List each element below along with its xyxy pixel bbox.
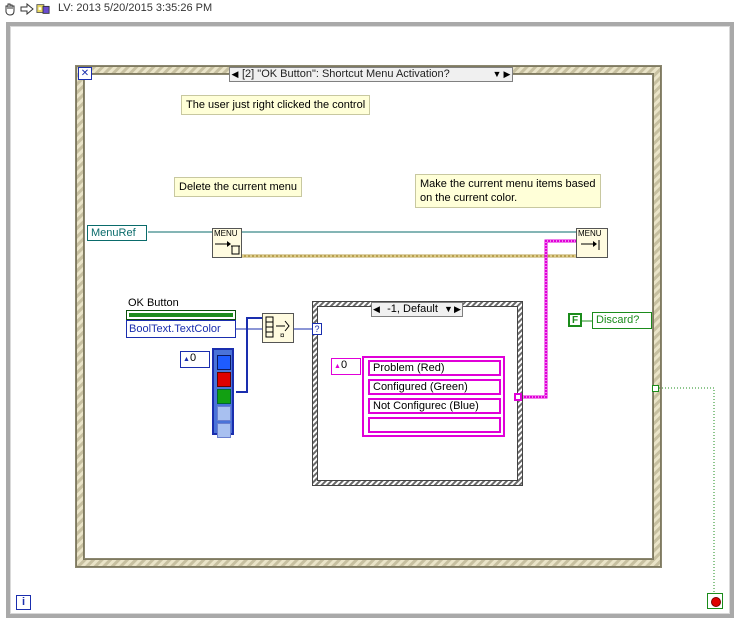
svg-text:¤: ¤ <box>280 331 285 340</box>
insert-icon <box>581 240 600 250</box>
delete-menu-node[interactable]: MENU <box>212 228 242 258</box>
info-icon[interactable]: i <box>16 595 31 610</box>
insert-menu-items-node[interactable]: MENU <box>576 228 608 258</box>
stop-icon[interactable] <box>707 593 723 609</box>
highlight-icon[interactable] <box>36 2 50 16</box>
list-item[interactable]: Problem (Red) <box>368 360 501 376</box>
color-box-empty[interactable] <box>217 406 231 421</box>
color-box-red[interactable] <box>217 372 231 387</box>
arrow-right-icon[interactable] <box>20 2 34 16</box>
search-array-icon: ¤ <box>265 316 290 340</box>
list-item[interactable]: Not Configurec (Blue) <box>368 398 501 414</box>
hand-icon[interactable] <box>3 2 17 16</box>
string-array-constant[interactable]: Problem (Red) Configured (Green) Not Con… <box>362 356 505 437</box>
color-box-empty[interactable] <box>217 423 231 438</box>
right-arrow-icon[interactable]: ▶ <box>502 68 512 81</box>
list-item[interactable] <box>368 417 501 433</box>
bool-text-color-property[interactable]: BoolText.TextColor <box>126 320 236 338</box>
right-arrow-icon[interactable]: ▶ <box>453 303 462 316</box>
event-selector-label: [2] "OK Button": Shortcut Menu Activatio… <box>242 68 450 80</box>
discard-constant[interactable]: F <box>568 313 582 327</box>
toolbar: LV: 2013 5/20/2015 3:35:26 PM <box>0 0 738 20</box>
comment-delete-menu[interactable]: Delete the current menu <box>174 177 303 197</box>
comment-right-clicked[interactable]: The user just right clicked the control <box>181 95 371 115</box>
discard-terminal[interactable]: Discard? <box>592 312 652 329</box>
output-tunnel[interactable] <box>652 385 659 392</box>
color-box-blue[interactable] <box>217 355 231 370</box>
menuref-terminal[interactable]: MenuRef <box>87 225 147 241</box>
vi-title: LV: 2013 5/20/2015 3:35:26 PM <box>58 2 213 14</box>
comment-make-items[interactable]: Make the current menu items based on the… <box>415 174 601 208</box>
case-selector-label: -1, Default <box>387 303 438 315</box>
list-item[interactable]: Configured (Green) <box>368 379 501 395</box>
color-array-constant[interactable] <box>212 348 234 438</box>
color-box-green[interactable] <box>217 389 231 404</box>
ok-button-label: OK Button <box>128 297 179 309</box>
close-icon[interactable]: ✕ <box>78 67 92 80</box>
trash-icon <box>215 241 240 255</box>
case-selector-terminal[interactable]: ? <box>312 323 322 335</box>
output-tunnel[interactable] <box>514 393 522 401</box>
left-arrow-icon[interactable]: ◀ <box>230 68 240 81</box>
ok-button-terminal[interactable] <box>126 310 236 320</box>
chevron-down-icon[interactable]: ▼ <box>444 303 453 316</box>
search-array-node[interactable]: ¤ <box>262 313 294 343</box>
case-selector[interactable]: ◀ -1, Default ▼ ▶ <box>371 302 463 317</box>
event-selector[interactable]: ◀ [2] "OK Button": Shortcut Menu Activat… <box>229 67 513 82</box>
string-array-index[interactable]: ▲0 <box>331 358 361 375</box>
left-arrow-icon[interactable]: ◀ <box>372 303 381 316</box>
color-array-index[interactable]: ▲0 <box>180 351 210 368</box>
chevron-down-icon[interactable]: ▼ <box>492 68 502 81</box>
